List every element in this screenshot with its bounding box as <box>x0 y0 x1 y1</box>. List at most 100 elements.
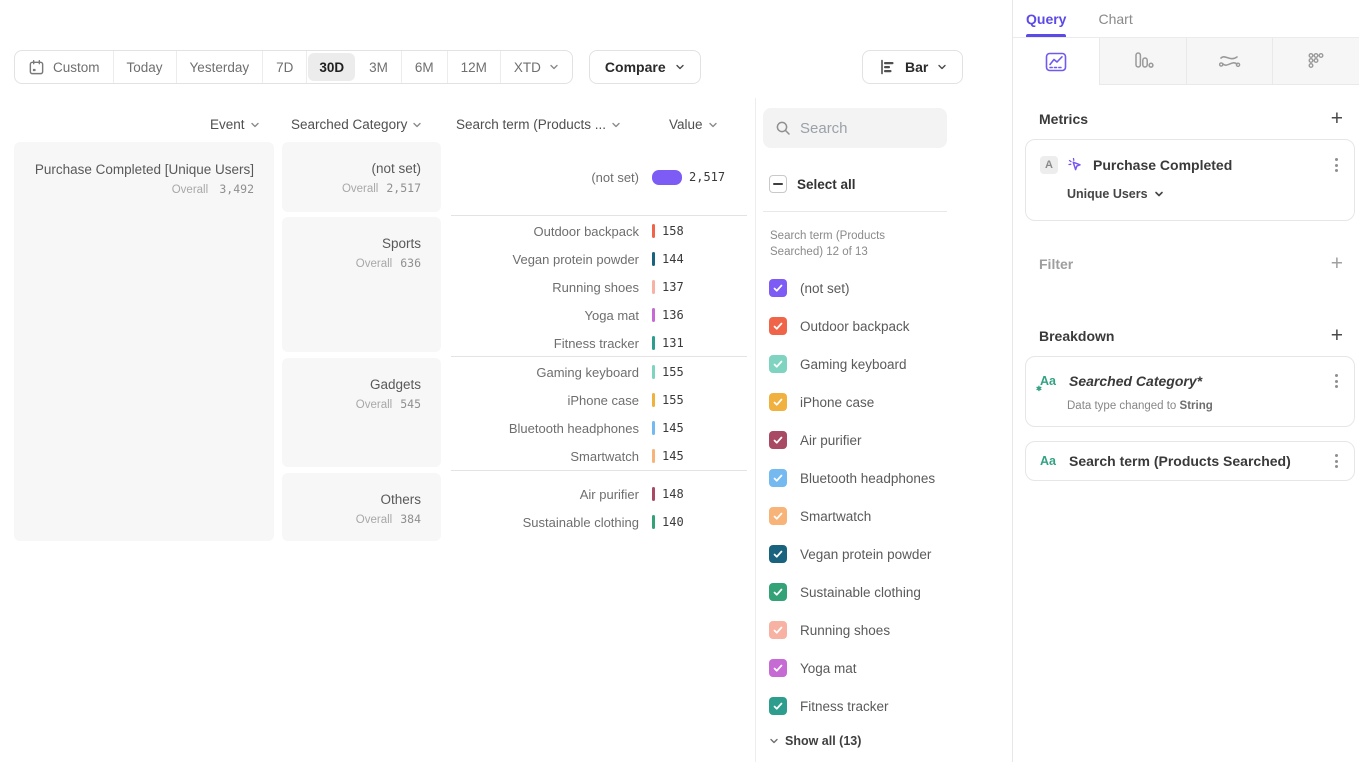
compare-label: Compare <box>605 59 666 75</box>
compare-button[interactable]: Compare <box>589 50 701 84</box>
legend-item[interactable]: Running shoes <box>769 611 935 649</box>
overall-label: Overall <box>172 184 208 196</box>
legend-item[interactable]: Vegan protein powder <box>769 535 935 573</box>
legend-item[interactable]: (not set) <box>769 269 935 307</box>
legend-checkbox[interactable] <box>769 279 787 297</box>
add-filter-button[interactable]: + <box>1325 254 1349 274</box>
metric-measure-dropdown[interactable]: Unique Users <box>1067 187 1354 201</box>
string-property-icon: Aa✱ <box>1040 374 1060 388</box>
category-cell[interactable]: SportsOverall636 <box>282 217 441 352</box>
legend-item-label: Smartwatch <box>800 509 871 524</box>
category-cell[interactable]: OthersOverall384 <box>282 473 441 541</box>
legend-checkbox[interactable] <box>769 469 787 487</box>
term-row[interactable]: Air purifier148 <box>451 480 747 508</box>
category-cell[interactable]: GadgetsOverall545 <box>282 358 441 467</box>
value-bar[interactable] <box>652 308 655 322</box>
value-bar[interactable] <box>652 487 655 501</box>
chevron-down-icon <box>675 62 685 72</box>
legend-item[interactable]: iPhone case <box>769 383 935 421</box>
icon-tab-insights[interactable] <box>1013 38 1099 85</box>
tab-query[interactable]: Query <box>1026 0 1066 37</box>
tab-chart[interactable]: Chart <box>1098 0 1132 37</box>
legend-checkbox[interactable] <box>769 659 787 677</box>
date-button-yesterday[interactable]: Yesterday <box>177 51 264 83</box>
term-row[interactable]: Sustainable clothing140 <box>451 508 747 536</box>
term-row[interactable]: Fitness tracker131 <box>451 329 747 357</box>
date-button-30d[interactable]: 30D <box>308 53 355 81</box>
category-cell[interactable]: (not set)Overall2,517 <box>282 142 441 212</box>
date-button-custom[interactable]: Custom <box>15 51 114 83</box>
term-row[interactable]: Yoga mat136 <box>451 301 747 329</box>
legend-item[interactable]: Smartwatch <box>769 497 935 535</box>
category-name: Gadgets <box>282 377 421 392</box>
date-button-6m[interactable]: 6M <box>402 51 448 83</box>
term-row[interactable]: Gaming keyboard155 <box>451 358 747 386</box>
select-all-checkbox[interactable] <box>769 175 787 193</box>
chevron-down-icon <box>250 120 260 130</box>
legend-search[interactable] <box>763 108 947 148</box>
legend-item[interactable]: Bluetooth headphones <box>769 459 935 497</box>
legend-checkbox[interactable] <box>769 507 787 525</box>
legend-item[interactable]: Gaming keyboard <box>769 345 935 383</box>
legend-item[interactable]: Yoga mat <box>769 649 935 687</box>
value-bar[interactable] <box>652 515 655 529</box>
term-row[interactable]: Running shoes137 <box>451 273 747 301</box>
term-row[interactable]: Smartwatch145 <box>451 442 747 470</box>
breakdown-card[interactable]: Aa✱ Searched Category* Data type changed… <box>1025 356 1355 427</box>
event-cell[interactable]: Purchase Completed [Unique Users] Overal… <box>14 142 274 541</box>
kebab-menu-icon[interactable] <box>1329 450 1344 472</box>
legend-checkbox[interactable] <box>769 621 787 639</box>
icon-tab-flows[interactable] <box>1186 38 1273 85</box>
date-button-today[interactable]: Today <box>114 51 177 83</box>
term-row[interactable]: iPhone case155 <box>451 386 747 414</box>
value-bar[interactable] <box>652 336 655 350</box>
value-bar[interactable] <box>652 170 682 185</box>
column-header-event[interactable]: Event <box>210 117 260 132</box>
date-button-7d[interactable]: 7D <box>263 51 307 83</box>
legend-checkbox[interactable] <box>769 545 787 563</box>
legend-checkbox[interactable] <box>769 431 787 449</box>
legend-item[interactable]: Air purifier <box>769 421 935 459</box>
select-all[interactable]: Select all <box>769 175 856 193</box>
icon-tab-retention[interactable] <box>1272 38 1359 85</box>
breakdown-card[interactable]: Aa Search term (Products Searched) <box>1025 441 1355 481</box>
legend-checkbox[interactable] <box>769 355 787 373</box>
column-header-search-term[interactable]: Search term (Products ... <box>456 117 621 132</box>
legend-checkbox[interactable] <box>769 393 787 411</box>
value-bar[interactable] <box>652 365 655 379</box>
kebab-menu-icon[interactable] <box>1329 370 1344 392</box>
value-bar[interactable] <box>652 393 655 407</box>
value-bar[interactable] <box>652 224 655 238</box>
legend-item[interactable]: Sustainable clothing <box>769 573 935 611</box>
legend-checkbox[interactable] <box>769 317 787 335</box>
term-row[interactable]: Outdoor backpack158 <box>451 217 747 245</box>
term-row[interactable]: Vegan protein powder144 <box>451 245 747 273</box>
date-button-3m[interactable]: 3M <box>356 51 402 83</box>
column-header-value[interactable]: Value <box>669 117 718 132</box>
add-metric-button[interactable]: + <box>1325 109 1349 129</box>
search-term-label: iPhone case <box>451 393 639 408</box>
show-all-button[interactable]: Show all (13) <box>769 734 861 748</box>
column-header-searched-category[interactable]: Searched Category <box>291 117 422 132</box>
legend-item[interactable]: Outdoor backpack <box>769 307 935 345</box>
add-breakdown-button[interactable]: + <box>1325 326 1349 346</box>
category-name: (not set) <box>282 161 421 176</box>
date-button-xtd[interactable]: XTD <box>501 51 572 83</box>
legend-checkbox[interactable] <box>769 697 787 715</box>
chart-type-select[interactable]: Bar <box>862 50 963 84</box>
legend-checkbox[interactable] <box>769 583 787 601</box>
date-button-12m[interactable]: 12M <box>448 51 501 83</box>
value-bar[interactable] <box>652 449 655 463</box>
value-bar[interactable] <box>652 421 655 435</box>
value-bar[interactable] <box>652 252 655 266</box>
metric-card[interactable]: A Purchase Completed Unique Users <box>1025 139 1355 221</box>
value-label: 145 <box>662 421 684 435</box>
context-line: Search term (Products <box>770 228 885 244</box>
icon-tab-funnels[interactable] <box>1099 38 1186 85</box>
kebab-menu-icon[interactable] <box>1329 154 1344 176</box>
search-input[interactable] <box>800 120 930 137</box>
legend-item[interactable]: Fitness tracker <box>769 687 935 725</box>
term-row[interactable]: Bluetooth headphones145 <box>451 414 747 442</box>
term-row[interactable]: (not set)2,517 <box>451 142 747 212</box>
value-bar[interactable] <box>652 280 655 294</box>
